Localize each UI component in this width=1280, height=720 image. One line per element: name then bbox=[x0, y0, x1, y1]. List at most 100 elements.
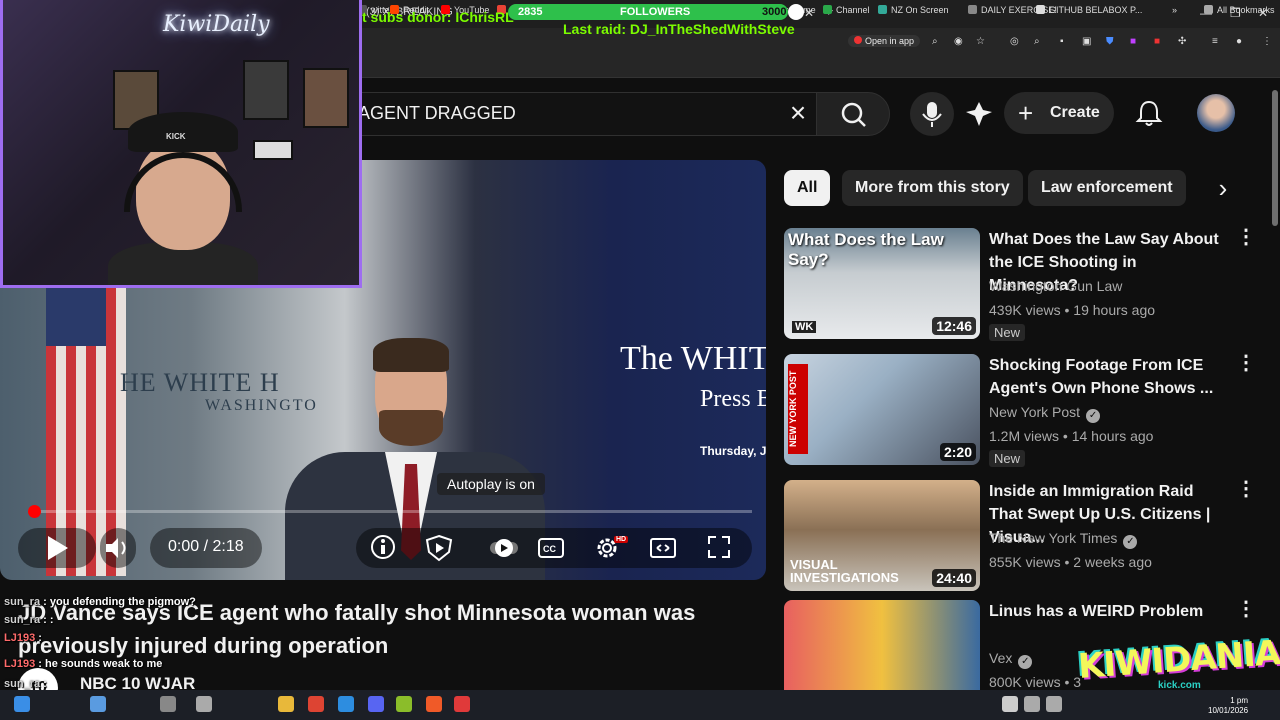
fullscreen-button[interactable] bbox=[706, 534, 732, 565]
open-in-app-button[interactable]: Open in app bbox=[848, 35, 921, 47]
info-button[interactable] bbox=[370, 534, 396, 565]
menu-icon[interactable]: ⋮ bbox=[1262, 36, 1272, 47]
edge-icon[interactable] bbox=[338, 696, 354, 712]
theater-mode-button[interactable] bbox=[649, 536, 677, 565]
upload-age: 19 hours ago bbox=[1073, 302, 1156, 318]
backdrop-text-3: Thursday, J bbox=[700, 444, 766, 458]
related-video-channel[interactable]: Washington Gun Law bbox=[989, 278, 1122, 294]
related-video-title[interactable]: Linus has a WEIRD Problem bbox=[989, 600, 1229, 623]
bell-icon bbox=[1135, 100, 1163, 126]
app-icon[interactable] bbox=[160, 696, 176, 712]
filter-chip[interactable]: More from this story bbox=[842, 170, 1023, 206]
tray-icon[interactable] bbox=[1024, 696, 1040, 712]
eye-off-icon[interactable]: ◉ bbox=[954, 36, 963, 47]
app-icon[interactable] bbox=[196, 696, 212, 712]
taskbar bbox=[0, 690, 1280, 720]
app-icon[interactable] bbox=[454, 696, 470, 712]
ext-icon-2[interactable]: ▪ bbox=[1060, 36, 1064, 47]
related-video-title[interactable]: Shocking Footage From ICE Agent's Own Ph… bbox=[989, 354, 1229, 400]
notifications-button[interactable] bbox=[1134, 98, 1164, 128]
related-video-meta: 800K views • 3 bbox=[989, 674, 1082, 690]
system-clock[interactable]: 1 pm 10/01/2026 bbox=[1208, 696, 1248, 716]
related-video-channel[interactable]: Vex ✓ bbox=[989, 650, 1033, 669]
clear-search-icon[interactable]: × bbox=[784, 98, 812, 128]
zoom-icon[interactable]: ⌕ bbox=[932, 36, 938, 47]
ext-icon-5[interactable]: ■ bbox=[1154, 36, 1160, 47]
ext-icon-3[interactable]: ▣ bbox=[1082, 36, 1091, 47]
bookmark-label: GITHUB BELABOX P... bbox=[1049, 5, 1143, 15]
chevron-right-icon[interactable]: › bbox=[1206, 172, 1240, 206]
related-video-card[interactable]: NEW YORK POST 2:20 Shocking Footage From I… bbox=[784, 353, 1256, 467]
media-icon[interactable]: ≡ bbox=[1212, 36, 1218, 47]
filter-chip[interactable]: All bbox=[784, 170, 831, 206]
account-avatar[interactable] bbox=[1197, 94, 1235, 132]
sparkle-icon bbox=[966, 102, 992, 126]
shield-play-button[interactable] bbox=[425, 534, 453, 567]
more-options-icon[interactable]: ⋮ bbox=[1236, 227, 1256, 247]
voice-search-button[interactable] bbox=[910, 92, 954, 136]
view-count: 800K views bbox=[989, 674, 1061, 690]
all-bookmarks[interactable]: All Bookmarks bbox=[1204, 5, 1275, 15]
bookmark-item[interactable]: Channel bbox=[823, 5, 870, 15]
extension-icon[interactable]: ◎ bbox=[1010, 36, 1019, 47]
create-button[interactable]: + Create bbox=[1004, 92, 1114, 134]
more-options-icon[interactable]: ⋮ bbox=[1236, 599, 1256, 619]
scrubber-handle[interactable] bbox=[28, 505, 41, 518]
more-options-icon[interactable]: ⋮ bbox=[1236, 353, 1256, 373]
shield-icon[interactable]: ⛊ bbox=[1106, 36, 1114, 47]
related-video-channel[interactable]: The New York Times ✓ bbox=[989, 530, 1138, 549]
bookmarks-overflow-icon[interactable]: » bbox=[1172, 5, 1177, 15]
chrome-icon[interactable] bbox=[308, 696, 324, 712]
chat-message: sun_ra : : bbox=[4, 614, 54, 626]
windows-start-icon[interactable] bbox=[14, 696, 30, 712]
search-ext-icon[interactable]: ⌕ bbox=[1034, 36, 1040, 47]
bookmark-icon bbox=[878, 5, 887, 14]
video-duration: 24:40 bbox=[932, 569, 976, 587]
search-button[interactable] bbox=[816, 92, 890, 136]
discord-icon[interactable] bbox=[368, 696, 384, 712]
bookmark-item[interactable]: GITHUB BELABOX P... bbox=[1036, 5, 1142, 15]
video-progress-bar[interactable] bbox=[32, 510, 752, 513]
profile-icon[interactable]: ● bbox=[1236, 36, 1242, 47]
related-video-channel[interactable]: New York Post ✓ bbox=[989, 404, 1101, 423]
tray-chevron-icon[interactable] bbox=[1002, 696, 1018, 712]
thumbnail-text: NEW YORK POST bbox=[788, 364, 808, 454]
scrollbar-thumb[interactable] bbox=[1272, 90, 1278, 226]
tray-icon[interactable] bbox=[1046, 696, 1062, 712]
bookmark-item[interactable]: NZ On Screen bbox=[878, 5, 949, 15]
fireworks-icon[interactable] bbox=[396, 696, 412, 712]
ext-icon-4[interactable]: ■ bbox=[1130, 36, 1136, 47]
video-wall-text: HE WHITE H bbox=[120, 368, 280, 397]
screen: (3) X: BREAKING ✕ + — ❐ ✕ Open in app ⌕ … bbox=[0, 0, 1280, 720]
video-thumbnail[interactable]: NEW YORK POST 2:20 bbox=[784, 354, 980, 465]
volume-icon bbox=[106, 538, 126, 558]
volume-button[interactable] bbox=[104, 536, 132, 565]
channel-name-text: The New York Times bbox=[989, 530, 1118, 546]
captions-button[interactable]: CC bbox=[537, 536, 565, 565]
chat-separator: : bbox=[35, 632, 42, 644]
file-explorer-icon[interactable] bbox=[278, 696, 294, 712]
brave-icon[interactable] bbox=[426, 696, 442, 712]
last-raid-overlay: Last raid: DJ_InTheShedWithSteve bbox=[563, 21, 795, 37]
search-query-text: AGENT DRAGGED bbox=[358, 103, 516, 123]
related-video-card[interactable]: What Does the Law Say? WK 12:46 What Does t… bbox=[784, 227, 1256, 341]
autoplay-toggle[interactable] bbox=[488, 536, 520, 565]
youtube-app-icon bbox=[854, 36, 862, 44]
more-options-icon[interactable]: ⋮ bbox=[1236, 479, 1256, 499]
star-icon[interactable]: ☆ bbox=[976, 36, 985, 47]
filter-chip[interactable]: Law enforcement bbox=[1028, 170, 1186, 206]
shield-play-icon bbox=[425, 534, 453, 562]
chat-username: sun_ra bbox=[4, 678, 41, 690]
related-video-card[interactable]: VISUAL INVESTIGATIONS 24:40 Inside an Immi… bbox=[784, 479, 1256, 592]
widgets-icon[interactable] bbox=[90, 696, 106, 712]
play-button[interactable] bbox=[44, 534, 70, 567]
related-video-meta: 1.2M views • 14 hours ago bbox=[989, 428, 1154, 444]
video-thumbnail[interactable]: What Does the Law Say? WK 12:46 bbox=[784, 228, 980, 339]
ai-sparkle-button[interactable] bbox=[964, 100, 994, 128]
new-badge: New bbox=[989, 324, 1026, 341]
neon-sign: KiwiDaily bbox=[163, 12, 270, 37]
puzzle-icon[interactable]: ✣ bbox=[1178, 36, 1186, 47]
wall-poster bbox=[303, 68, 349, 128]
video-thumbnail[interactable]: VISUAL INVESTIGATIONS 24:40 bbox=[784, 480, 980, 591]
thumbnail-corner-logo: WK bbox=[792, 321, 817, 333]
